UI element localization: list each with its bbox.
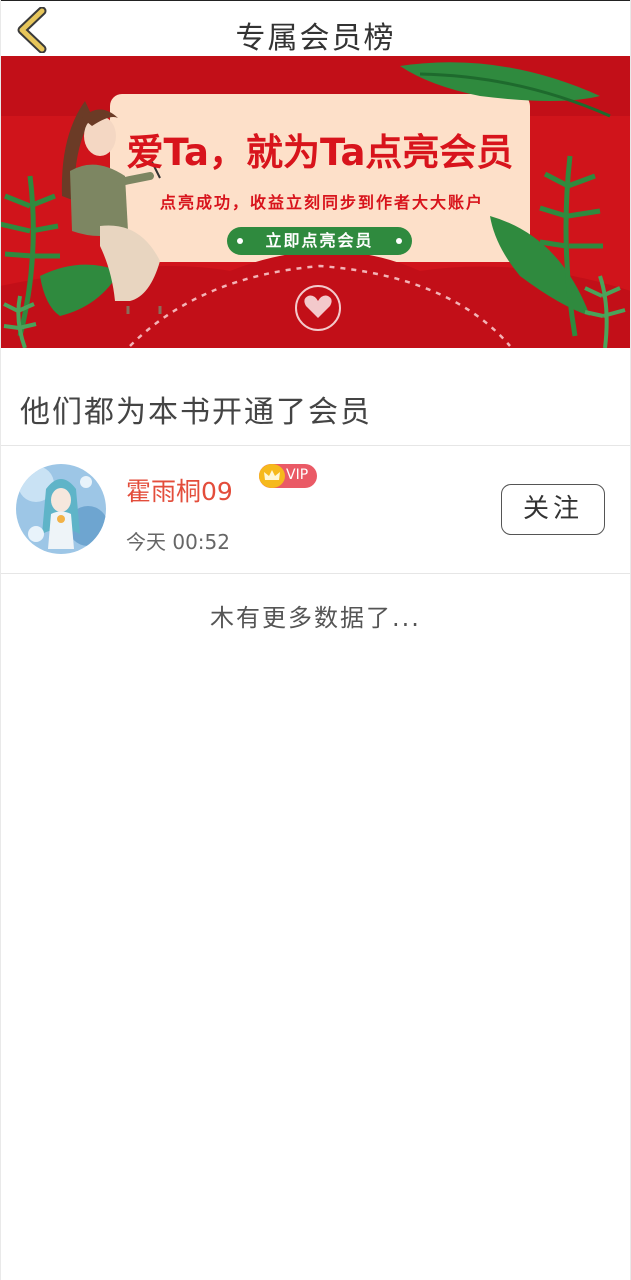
follow-button[interactable]: 关注 <box>501 484 605 535</box>
avatar[interactable] <box>16 464 106 554</box>
member-join-time: 今天 00:52 <box>126 530 230 554</box>
section-title: 他们都为本书开通了会员 <box>20 395 372 430</box>
member-promo-banner[interactable]: 爱Ta，就为Ta点亮会员 点亮成功，收益立刻同步到作者大大账户 立即点亮会员 <box>0 56 631 348</box>
crown-icon <box>259 464 285 488</box>
vip-badge: VIP <box>259 464 317 488</box>
member-list-item[interactable]: 霍雨桐09 VIP 今天 00:52 关注 <box>0 446 631 573</box>
activate-membership-button[interactable]: 立即点亮会员 <box>227 227 412 255</box>
banner-headline: 爱Ta，就为Ta点亮会员 <box>126 131 514 174</box>
left-edge <box>0 0 1 1280</box>
no-more-data-text: 木有更多数据了... <box>210 604 421 632</box>
banner-subtitle: 点亮成功，收益立刻同步到作者大大账户 <box>159 193 484 212</box>
page-title: 专属会员榜 <box>235 21 396 56</box>
top-bar: 专属会员榜 <box>0 0 631 56</box>
vip-label: VIP <box>286 467 309 483</box>
avatar-image <box>16 464 106 554</box>
divider <box>0 573 631 574</box>
member-name[interactable]: 霍雨桐09 <box>126 472 233 508</box>
